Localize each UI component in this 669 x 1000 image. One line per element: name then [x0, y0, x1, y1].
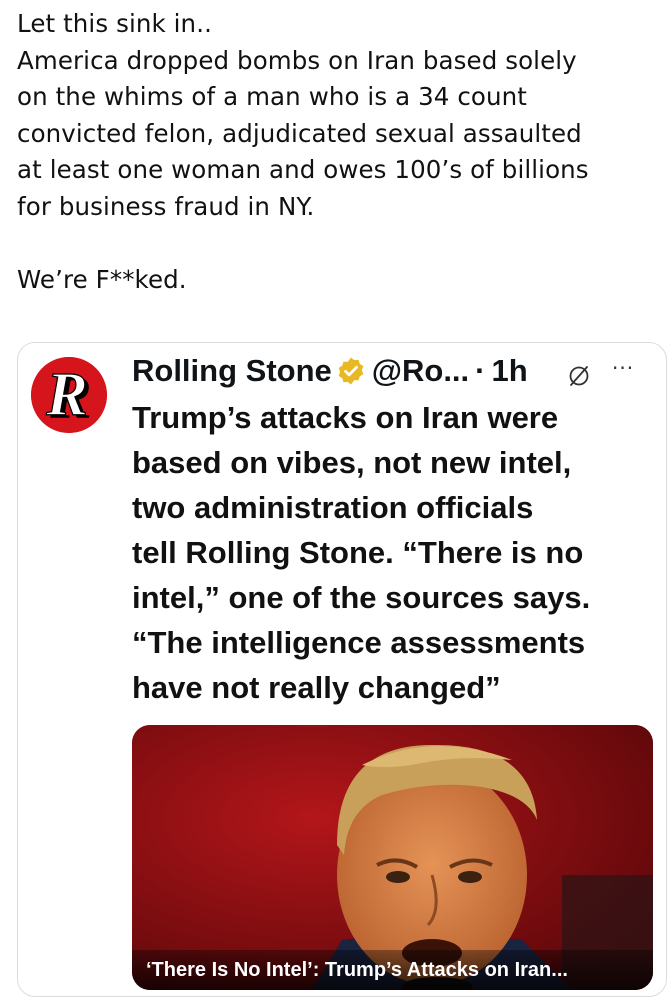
- quoted-post-card[interactable]: R R Rolling Stone @Ro... · 1h ··· Trump’…: [17, 342, 667, 997]
- post-line: for business fraud in NY.: [17, 191, 315, 221]
- post-line: Let this sink in..: [17, 9, 212, 38]
- body-line: intel,” one of the sources says.: [132, 580, 591, 615]
- body-line: “The intelligence assessments: [132, 625, 586, 660]
- logo-letter: R: [45, 361, 87, 429]
- post-timestamp[interactable]: 1h: [491, 353, 527, 389]
- post-line: on the whims of a man who is a 34 count: [17, 82, 527, 111]
- author-handle[interactable]: @Ro...: [372, 353, 469, 389]
- rolling-stone-avatar[interactable]: R R: [31, 357, 107, 433]
- rolling-stone-logo: R R: [31, 357, 107, 433]
- post-line: convicted felon, adjudicated sexual assa…: [17, 118, 582, 148]
- body-line: based on vibes, not new intel,: [132, 445, 572, 480]
- link-preview-image[interactable]: ‘There Is No Intel’: Trump’s Attacks on …: [132, 725, 653, 990]
- post-line: America dropped bombs on Iran based sole…: [17, 45, 577, 75]
- body-line: have not really changed”: [132, 670, 501, 705]
- post-line: at least one woman and owes 100’s of bil…: [17, 155, 589, 184]
- grok-icon[interactable]: [566, 363, 592, 389]
- quoted-post-header: Rolling Stone @Ro... · 1h: [132, 351, 528, 391]
- separator-dot: ·: [475, 353, 486, 388]
- link-preview-title[interactable]: ‘There Is No Intel’: Trump’s Attacks on …: [132, 950, 653, 990]
- author-name[interactable]: Rolling Stone: [132, 353, 332, 389]
- body-line: Trump’s attacks on Iran were: [132, 400, 559, 435]
- more-icon[interactable]: ···: [612, 356, 634, 380]
- body-line: tell Rolling Stone. “There is no: [132, 535, 584, 570]
- post-closing-line: We’re F**ked.: [17, 264, 187, 294]
- post-text: Let this sink in.. America dropped bombs…: [17, 6, 662, 298]
- quoted-post-body: Trump’s attacks on Iran were based on vi…: [132, 395, 662, 710]
- body-line: two administration officials: [132, 490, 534, 525]
- verified-badge-icon: [336, 356, 366, 386]
